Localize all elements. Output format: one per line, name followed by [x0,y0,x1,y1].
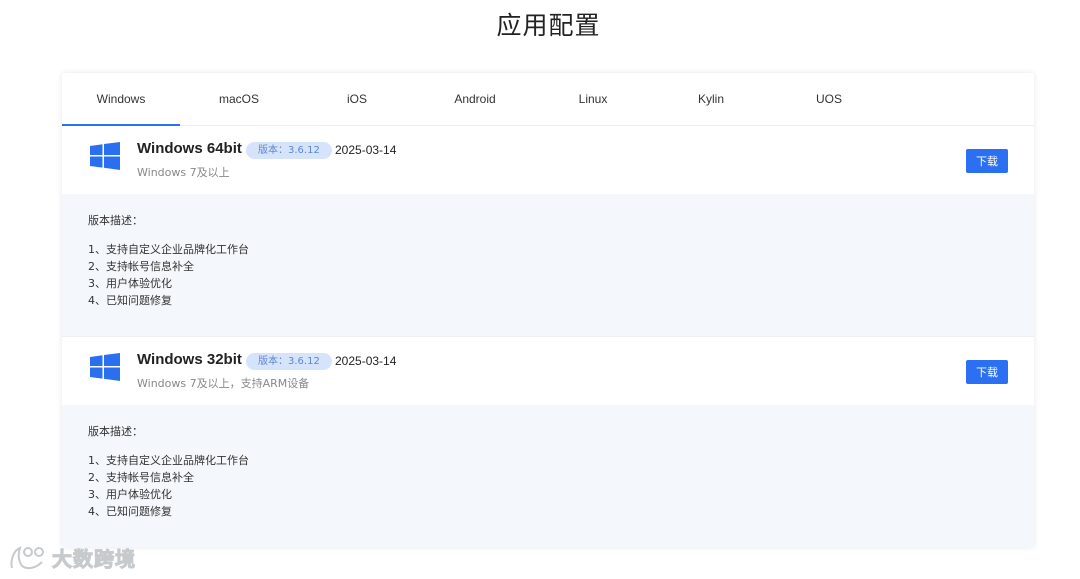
description-item: 3、用户体验优化 [88,488,172,501]
platform-tabs: Windows macOS iOS Android Linux Kylin UO… [62,73,1034,126]
windows-logo-icon [90,353,120,381]
release-header: Windows 32bit 版本：3.6.12 2025-03-14 Windo… [62,337,1034,405]
version-badge: 版本：3.6.12 [246,142,332,159]
download-button[interactable]: 下载 [966,149,1008,173]
release-requirement: Windows 7及以上，支持ARM设备 [137,377,310,390]
release-name: Windows 64bit [137,140,242,157]
page-title: 应用配置 [496,11,601,40]
tab-uos[interactable]: UOS [770,73,888,125]
release-header: Windows 64bit 版本：3.6.12 2025-03-14 Windo… [62,126,1034,194]
version-badge: 版本：3.6.12 [246,353,332,370]
tab-macos[interactable]: macOS [180,73,298,125]
description-item: 4、已知问题修复 [88,505,172,518]
windows-logo-icon [90,142,120,170]
release-date: 2025-03-14 [335,354,397,368]
tab-android[interactable]: Android [416,73,534,125]
release-name: Windows 32bit [137,351,242,368]
release-description: 版本描述： 1、支持自定义企业品牌化工作台 2、支持帐号信息补全 3、用户体验优… [62,194,1034,337]
description-item: 2、支持帐号信息补全 [88,471,194,484]
release-description: 版本描述： 1、支持自定义企业品牌化工作台 2、支持帐号信息补全 3、用户体验优… [62,405,1034,547]
description-item: 3、用户体验优化 [88,277,172,290]
description-item: 1、支持自定义企业品牌化工作台 [88,454,249,467]
tab-windows[interactable]: Windows [62,73,180,126]
description-label: 版本描述： [88,214,143,227]
tab-ios[interactable]: iOS [298,73,416,125]
watermark: 大数跨境 [8,543,136,572]
release-card: Windows 32bit 版本：3.6.12 2025-03-14 Windo… [62,337,1034,547]
description-label: 版本描述： [88,425,143,438]
release-requirement: Windows 7及以上 [137,166,230,179]
tab-kylin[interactable]: Kylin [652,73,770,125]
app-config-panel: Windows macOS iOS Android Linux Kylin UO… [62,73,1034,547]
watermark-text: 大数跨境 [52,547,136,572]
release-date: 2025-03-14 [335,143,397,157]
tab-linux[interactable]: Linux [534,73,652,125]
release-card: Windows 64bit 版本：3.6.12 2025-03-14 Windo… [62,126,1034,337]
description-item: 4、已知问题修复 [88,294,172,307]
brand-logo-icon [10,545,44,569]
description-item: 2、支持帐号信息补全 [88,260,194,273]
download-button[interactable]: 下载 [966,360,1008,384]
description-item: 1、支持自定义企业品牌化工作台 [88,243,249,256]
